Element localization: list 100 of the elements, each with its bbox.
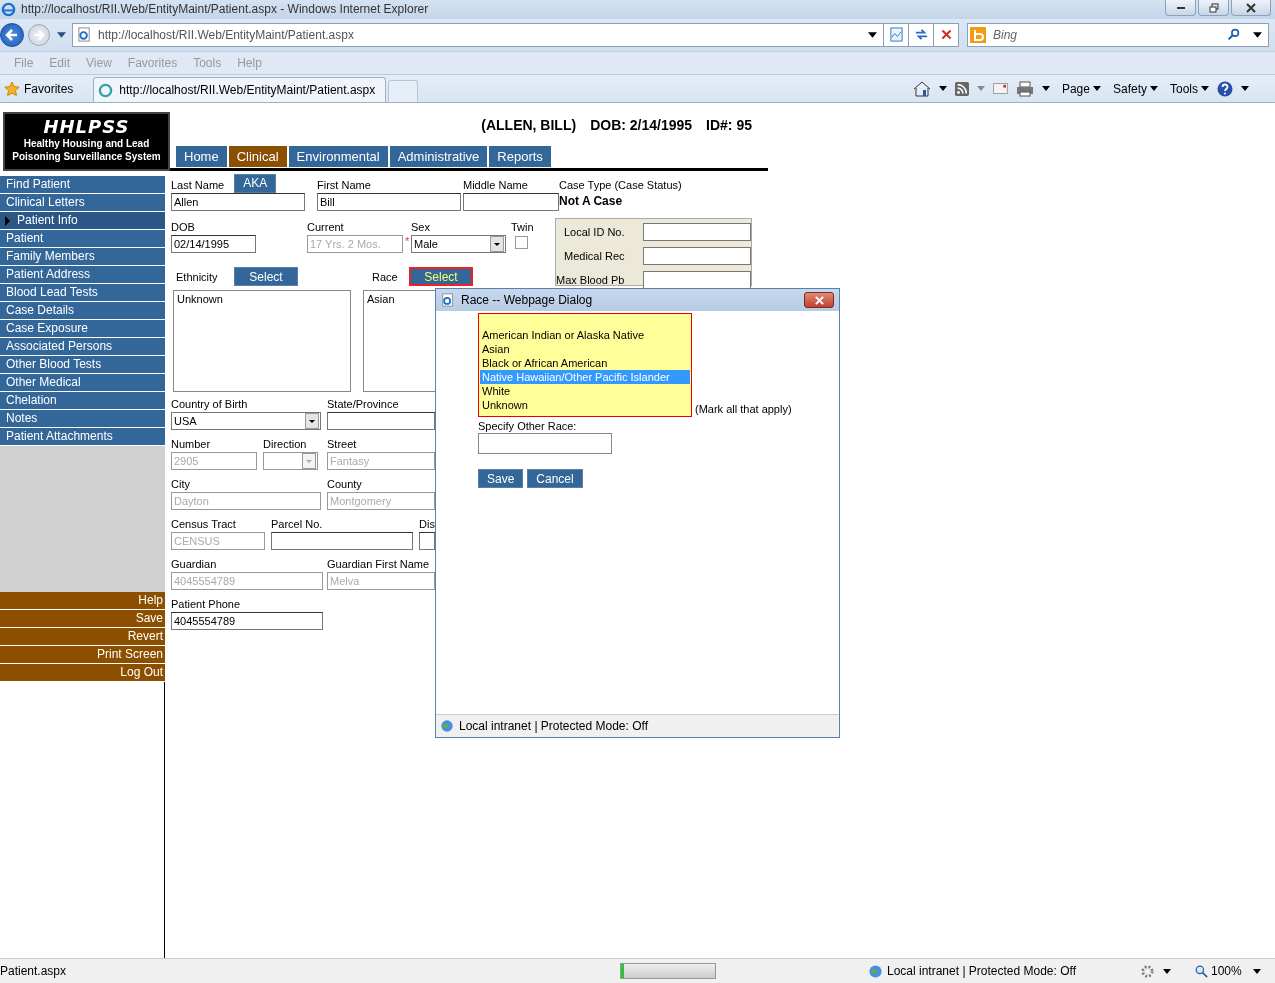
- dropdown[interactable]: Male: [411, 235, 506, 254]
- select-button[interactable]: Select: [409, 267, 473, 287]
- select-button[interactable]: Select: [234, 267, 298, 287]
- nav-tab[interactable]: Administrative: [389, 146, 488, 168]
- sidebar-item[interactable]: Patient: [0, 230, 165, 249]
- browser-tab[interactable]: http://localhost/RII.Web/EntityMaint/Patient.aspx: [93, 77, 387, 103]
- required-mark: *: [405, 235, 410, 248]
- action-link[interactable]: Print Screen: [0, 646, 165, 665]
- field-label: County: [327, 478, 362, 491]
- field-label: DOB: [171, 221, 195, 234]
- nav-tab[interactable]: Reports: [489, 146, 551, 168]
- list-option[interactable]: Unknown: [480, 398, 690, 413]
- action-link[interactable]: Revert: [0, 628, 165, 647]
- aka-button[interactable]: AKA: [234, 173, 277, 193]
- star-icon[interactable]: [4, 80, 20, 97]
- command-menu[interactable]: Page: [1061, 81, 1101, 96]
- list-option[interactable]: Black or African American: [480, 356, 690, 371]
- search-field[interactable]: Bing: [967, 22, 1269, 47]
- minimize-button[interactable]: [1165, 0, 1196, 16]
- action-link[interactable]: Save: [0, 610, 165, 629]
- caret-icon[interactable]: [1163, 968, 1171, 974]
- text-field[interactable]: [327, 412, 435, 431]
- list-option[interactable]: White: [480, 384, 690, 399]
- list-option[interactable]: American Indian or Alaska Native: [480, 328, 690, 343]
- caret-icon[interactable]: [938, 86, 947, 92]
- list-value: Asian: [367, 293, 396, 306]
- text-field[interactable]: Allen: [171, 193, 305, 212]
- command-menu[interactable]: Safety: [1112, 81, 1158, 96]
- sidebar-item[interactable]: Other Medical: [0, 374, 165, 393]
- field-label: Patient Phone: [171, 598, 241, 611]
- close-button[interactable]: [1231, 0, 1271, 16]
- nav-tab[interactable]: Environmental: [288, 146, 388, 168]
- printer-icon[interactable]: [1015, 80, 1034, 97]
- field-label: Ethnicity: [175, 270, 219, 283]
- envelope-icon[interactable]: [992, 83, 1008, 95]
- text-field[interactable]: [643, 223, 751, 242]
- race-list[interactable]: American Indian or Alaska Native Asian Black or African American Native Hawaiian/Other Pacific Islander White Unknown: [478, 313, 692, 418]
- checkbox[interactable]: [515, 236, 528, 250]
- action-link[interactable]: Log Out: [0, 664, 165, 683]
- caret-icon[interactable]: [1241, 86, 1249, 92]
- text-field[interactable]: 4045554789: [171, 612, 323, 631]
- sidebar-item[interactable]: Chelation: [0, 392, 165, 411]
- globe-icon: [1, 1, 16, 17]
- restore-button[interactable]: [1198, 0, 1229, 16]
- field-label: Parcel No.: [271, 518, 323, 531]
- globe-icon: [868, 963, 883, 979]
- sidebar-item[interactable]: Patient Info: [0, 212, 165, 231]
- field-label: Race: [371, 270, 399, 283]
- search-placeholder: Bing: [993, 27, 1018, 42]
- command-menu[interactable]: Tools: [1170, 81, 1209, 96]
- feed-icon[interactable]: [954, 81, 969, 96]
- arrow-left-icon: [4, 26, 20, 43]
- caret-icon[interactable]: [57, 31, 66, 38]
- nav-tab[interactable]: Home: [176, 146, 227, 168]
- home-icon[interactable]: [912, 80, 931, 97]
- nav-tab[interactable]: Clinical: [228, 146, 287, 168]
- sidebar-item[interactable]: Patient Address: [0, 266, 165, 285]
- compatibility-view-button[interactable]: [884, 22, 909, 47]
- text-field[interactable]: Bill: [317, 193, 461, 212]
- caret-icon[interactable]: [1253, 968, 1261, 974]
- logo-subtitle: Healthy Housing and Lead Poisoning Surveillance System: [11, 137, 162, 164]
- text-field[interactable]: [478, 433, 612, 455]
- zoom-icon[interactable]: [1195, 964, 1208, 978]
- caret-icon[interactable]: [1041, 86, 1050, 92]
- zoom-level[interactable]: 100%: [1211, 964, 1242, 979]
- stop-button[interactable]: [934, 22, 959, 47]
- text-field[interactable]: [643, 247, 751, 266]
- text-field[interactable]: [463, 193, 559, 212]
- sidebar-item[interactable]: Blood Lead Tests: [0, 284, 165, 303]
- sidebar-item[interactable]: Family Members: [0, 248, 165, 267]
- text-field[interactable]: [643, 271, 751, 290]
- dropdown[interactable]: USA: [171, 412, 321, 431]
- text-field[interactable]: [419, 532, 435, 551]
- list-option[interactable]: Asian: [480, 342, 690, 357]
- dialog-button[interactable]: Save: [478, 469, 524, 489]
- dialog-button[interactable]: Cancel: [527, 469, 583, 489]
- address-field[interactable]: http://localhost/RII.Web/EntityMaint/Patient.aspx: [72, 22, 884, 47]
- favorites-button[interactable]: Favorites: [24, 81, 74, 96]
- sidebar-item[interactable]: Associated Persons: [0, 338, 165, 357]
- close-button[interactable]: [804, 292, 834, 309]
- back-button[interactable]: [0, 22, 24, 47]
- sidebar-item[interactable]: Case Details: [0, 302, 165, 321]
- refresh-button[interactable]: [909, 22, 934, 47]
- action-link[interactable]: Help: [0, 592, 165, 611]
- text-field[interactable]: 02/14/1995: [171, 235, 256, 254]
- field-label: Country of Birth: [171, 398, 248, 411]
- sidebar-item[interactable]: Other Blood Tests: [0, 356, 165, 375]
- logo-title: HHLPSS: [43, 116, 130, 138]
- sidebar-item[interactable]: Clinical Letters: [0, 194, 165, 213]
- caret-icon[interactable]: [1253, 31, 1262, 38]
- sidebar-item[interactable]: Case Exposure: [0, 320, 165, 339]
- search-icon[interactable]: [1227, 28, 1240, 42]
- text-field[interactable]: [271, 532, 413, 551]
- field-label: Case Type (Case Status): [559, 179, 682, 192]
- sidebar-item[interactable]: Find Patient: [0, 176, 165, 195]
- sidebar-item[interactable]: Patient Attachments: [0, 428, 165, 447]
- sidebar-item[interactable]: Notes: [0, 410, 165, 429]
- hint-text: (Mark all that apply): [695, 403, 792, 416]
- help-icon[interactable]: [1217, 80, 1233, 97]
- caret-icon[interactable]: [868, 31, 877, 38]
